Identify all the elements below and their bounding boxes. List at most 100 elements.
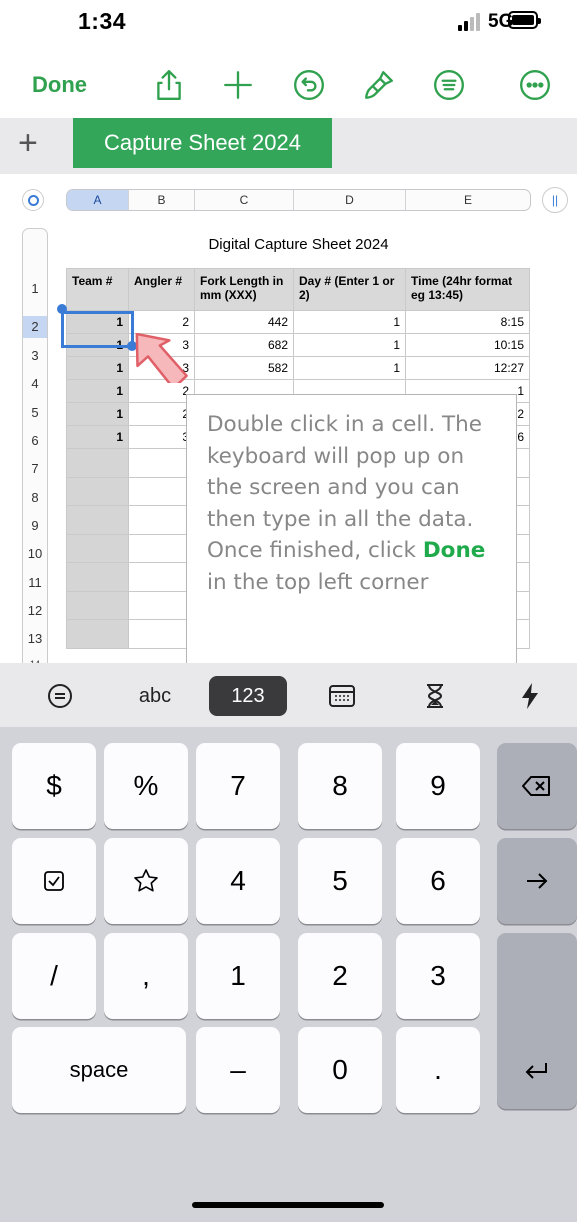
column-header-bar: A B C D E [66, 189, 531, 211]
date-tab[interactable] [322, 676, 362, 716]
share-icon [157, 70, 181, 100]
row-header-6[interactable]: 6 [23, 433, 47, 448]
format-button[interactable] [358, 64, 400, 106]
undo-icon [294, 70, 324, 100]
table-cell[interactable]: 2 [128, 402, 195, 426]
key-percent[interactable]: % [104, 743, 188, 829]
table-cell[interactable]: 1 [293, 333, 406, 357]
backspace-icon [522, 776, 550, 796]
row-header-8[interactable]: 8 [23, 490, 47, 505]
organize-button[interactable] [428, 64, 470, 106]
table-cell[interactable]: 3 [128, 425, 195, 449]
row-header-1[interactable]: 1 [23, 281, 47, 296]
row-header-3[interactable]: 3 [23, 348, 47, 363]
key-6[interactable]: 6 [396, 838, 480, 924]
done-button[interactable]: Done [32, 72, 87, 98]
undo-button[interactable] [288, 64, 330, 106]
callout-text-end: in the top left corner [207, 569, 429, 595]
share-button[interactable] [148, 64, 190, 106]
return-key[interactable] [497, 933, 577, 1109]
calendar-icon [329, 685, 355, 707]
more-button[interactable] [514, 64, 556, 106]
key-minus[interactable]: – [196, 1027, 280, 1113]
row-header-column: 1 2 3 4 5 6 7 8 9 10 11 12 13 14 [22, 228, 48, 668]
table-cell[interactable]: 1 [66, 425, 129, 449]
table-cell[interactable]: 1 [293, 310, 406, 334]
table-cell[interactable]: 2 [128, 310, 195, 334]
row-header-7[interactable]: 7 [23, 461, 47, 476]
numbers-tab[interactable]: 123 [209, 676, 287, 716]
key-slash[interactable]: / [12, 933, 96, 1019]
hourglass-icon [427, 684, 443, 708]
table-cell[interactable]: 1 [293, 356, 406, 380]
table-row: 1 2 442 1 8:15 [66, 310, 530, 334]
ellipsis-icon [520, 70, 550, 100]
table-cell[interactable]: 582 [194, 356, 294, 380]
row-header-4[interactable]: 4 [23, 376, 47, 391]
rating-key[interactable] [104, 838, 188, 924]
duration-tab[interactable] [420, 676, 450, 716]
add-button[interactable] [217, 64, 259, 106]
key-2[interactable]: 2 [298, 933, 382, 1019]
table-cell[interactable]: 8:15 [405, 310, 530, 334]
key-comma[interactable]: , [104, 933, 188, 1019]
callout-done-emphasis: Done [422, 538, 486, 563]
formula-icon [48, 684, 72, 708]
column-header-e[interactable]: E [406, 190, 530, 210]
row-header-10[interactable]: 10 [23, 546, 47, 561]
header-time[interactable]: Time (24hr format eg 13:45) [405, 268, 530, 311]
freeze-handle[interactable]: || [542, 187, 568, 213]
row-header-9[interactable]: 9 [23, 518, 47, 533]
key-3[interactable]: 3 [396, 933, 480, 1019]
delete-key[interactable] [497, 743, 577, 829]
key-period[interactable]: . [396, 1027, 480, 1113]
instruction-callout: Double click in a cell. The keyboard wil… [186, 394, 517, 664]
add-sheet-button[interactable]: + [18, 118, 38, 168]
table-header-row: Team # Angler # Fork Length in mm (XXX) … [66, 268, 530, 311]
key-dollar[interactable]: $ [12, 743, 96, 829]
header-fork-length[interactable]: Fork Length in mm (XXX) [194, 268, 294, 311]
row-header-2[interactable]: 2 [23, 316, 47, 338]
header-day[interactable]: Day # (Enter 1 or 2) [293, 268, 406, 311]
row-header-12[interactable]: 12 [23, 603, 47, 618]
table-cell[interactable]: 442 [194, 310, 294, 334]
table-cell[interactable]: 12:27 [405, 356, 530, 380]
header-angler[interactable]: Angler # [128, 268, 195, 311]
row-header-13[interactable]: 13 [23, 631, 47, 646]
key-7[interactable]: 7 [196, 743, 280, 829]
next-key[interactable] [497, 838, 577, 924]
row-header-5[interactable]: 5 [23, 405, 47, 420]
key-4[interactable]: 4 [196, 838, 280, 924]
column-header-d[interactable]: D [294, 190, 406, 210]
sheet-tab[interactable]: Capture Sheet 2024 [73, 118, 332, 168]
table-cell[interactable]: 682 [194, 333, 294, 357]
return-icon [525, 1063, 547, 1079]
column-header-c[interactable]: C [195, 190, 294, 210]
key-9[interactable]: 9 [396, 743, 480, 829]
abc-tab[interactable]: abc [124, 676, 186, 716]
table-cell[interactable]: 1 [66, 402, 129, 426]
pointer-arrow-icon [135, 333, 188, 383]
arrow-right-icon [527, 873, 548, 889]
row-header-11[interactable]: 11 [23, 575, 47, 590]
filter-icon [434, 70, 464, 100]
paintbrush-icon [365, 71, 393, 99]
key-5[interactable]: 5 [298, 838, 382, 924]
column-header-a[interactable]: A [67, 190, 129, 210]
keyboard-tab-bar [0, 663, 577, 727]
selection-handle-start[interactable] [57, 304, 67, 314]
select-all-handle[interactable] [22, 189, 44, 211]
star-icon [134, 869, 158, 892]
quick-action-tab[interactable] [515, 676, 545, 716]
key-1[interactable]: 1 [196, 933, 280, 1019]
lightning-icon [522, 683, 538, 709]
table-cell[interactable]: 10:15 [405, 333, 530, 357]
formula-tab[interactable] [40, 676, 80, 716]
checkbox-key[interactable] [12, 838, 96, 924]
space-key[interactable]: space [12, 1027, 186, 1113]
battery-icon [508, 11, 541, 29]
key-0[interactable]: 0 [298, 1027, 382, 1113]
header-team[interactable]: Team # [66, 268, 129, 311]
column-header-b[interactable]: B [129, 190, 195, 210]
key-8[interactable]: 8 [298, 743, 382, 829]
